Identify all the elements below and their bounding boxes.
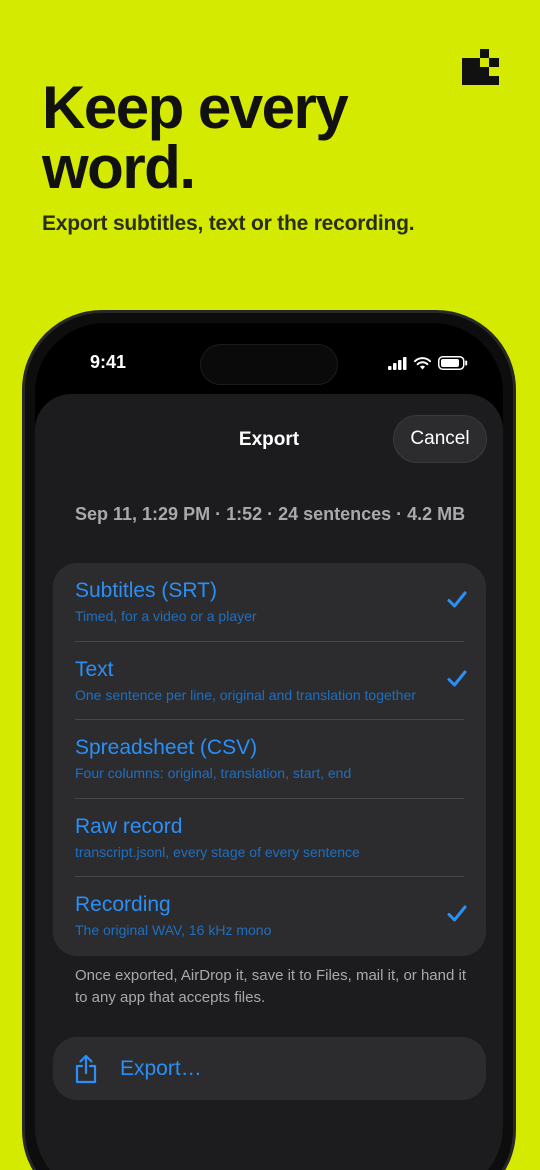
promo-subline: Export subtitles, text or the recording. [42,212,415,235]
export-button-label: Export… [120,1056,202,1080]
checkmark-icon [447,905,467,922]
recording-meta: Sep 11, 1:29 PM · 1:52 · 24 sentences · … [75,504,466,524]
cancel-button[interactable]: Cancel [393,415,487,463]
option-description: Four columns: original, translation, sta… [75,765,352,781]
phone-frame: 9:41 Export Cancel Sep 11, 1:29 PM · 1:5… [22,310,516,1170]
phone-screen: 9:41 Export Cancel Sep 11, 1:29 PM · 1:5… [35,323,503,1170]
app-logo-icon [462,49,499,85]
status-time: 9:41 [90,352,127,372]
option-raw-record[interactable]: Raw record transcript.jsonl, every stage… [75,799,464,877]
promo-headline: Keep every word. [42,74,349,201]
option-spreadsheet-csv[interactable]: Spreadsheet (CSV) Four columns: original… [75,720,464,799]
option-title: Subtitles (SRT) [75,579,217,602]
status-icons [388,356,468,370]
option-description: Timed, for a video or a player [75,608,257,624]
checkmark-icon [447,670,467,686]
export-sheet: Export Cancel Sep 11, 1:29 PM · 1:52 · 2… [35,394,503,1170]
option-description: One sentence per line, original and tran… [75,686,416,703]
option-title: Text [75,657,114,681]
share-icon [75,1054,97,1083]
cellular-signal-icon [388,356,407,370]
checkmark-icon [447,591,467,608]
export-note: Once exported, AirDrop it, save it to Fi… [75,967,466,1006]
export-button[interactable]: Export… [53,1037,486,1100]
dynamic-island [200,344,338,385]
option-text[interactable]: Text One sentence per line, original and… [75,642,467,720]
option-description: transcript.jsonl, every stage of every s… [75,843,360,860]
option-title: Raw record [75,814,183,838]
battery-icon [438,356,468,370]
option-subtitles-srt[interactable]: Subtitles (SRT) Timed, for a video or a … [75,563,467,642]
export-options-list: Subtitles (SRT) Timed, for a video or a … [53,563,486,956]
option-title: Spreadsheet (CSV) [75,736,258,759]
option-title: Recording [75,893,171,916]
wifi-icon [414,356,431,369]
option-recording[interactable]: Recording The original WAV, 16 kHz mono [75,877,467,956]
option-description: The original WAV, 16 kHz mono [75,922,272,938]
